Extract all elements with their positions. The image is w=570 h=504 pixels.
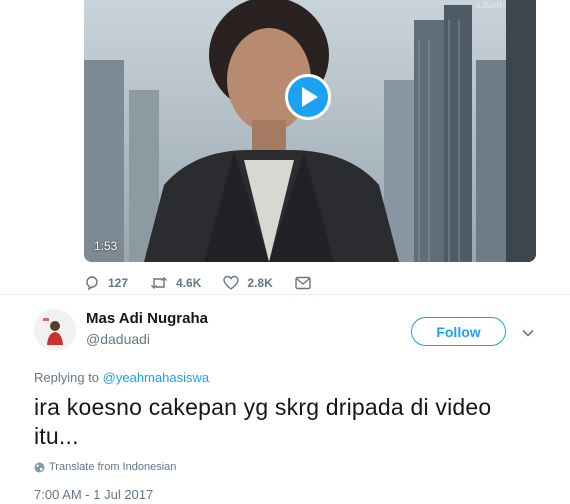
display-name[interactable]: Mas Adi Nugraha — [86, 310, 208, 327]
replying-prefix: Replying to — [34, 370, 100, 385]
video-frame — [84, 0, 536, 262]
tweet-text: ira koesno cakepan yg skrg dripada di vi… — [34, 394, 492, 449]
video-duration: 1:53 — [94, 239, 118, 253]
video-player[interactable]: s.tium — [84, 0, 536, 262]
chevron-down-icon — [522, 329, 534, 337]
direct-message-button[interactable] — [295, 276, 319, 290]
replying-to: Replying to @yeahmahasiswa — [34, 370, 209, 385]
more-options-button[interactable] — [522, 324, 534, 342]
reply-count: 127 — [108, 276, 129, 290]
tweet-actions: 127 4.6K 2.8K — [84, 272, 341, 294]
reply-button[interactable]: 127 — [84, 275, 128, 291]
avatar[interactable] — [34, 309, 76, 351]
like-count: 2.8K — [247, 276, 273, 290]
play-icon — [302, 87, 318, 107]
retweet-count: 4.6K — [176, 276, 202, 290]
play-button[interactable] — [285, 74, 331, 120]
like-button[interactable]: 2.8K — [223, 275, 273, 291]
translate-label: Translate from Indonesian — [49, 461, 177, 473]
dm-icon — [295, 276, 311, 290]
retweet-button[interactable]: 4.6K — [150, 275, 201, 291]
follow-button[interactable]: Follow — [411, 317, 506, 346]
like-icon — [223, 275, 240, 290]
divider — [0, 294, 570, 295]
translate-link[interactable]: Translate from Indonesian — [34, 461, 176, 473]
reply-icon — [86, 276, 98, 291]
tweet-timestamp[interactable]: 7:00 AM - 1 Jul 2017 — [34, 487, 153, 502]
user-handle[interactable]: @daduadi — [86, 331, 150, 347]
avatar-image — [34, 309, 76, 351]
globe-icon — [34, 462, 45, 472]
replying-to-link[interactable]: @yeahmahasiswa — [103, 370, 209, 385]
channel-logo: s.tium — [475, 0, 502, 11]
retweet-icon — [151, 277, 168, 289]
